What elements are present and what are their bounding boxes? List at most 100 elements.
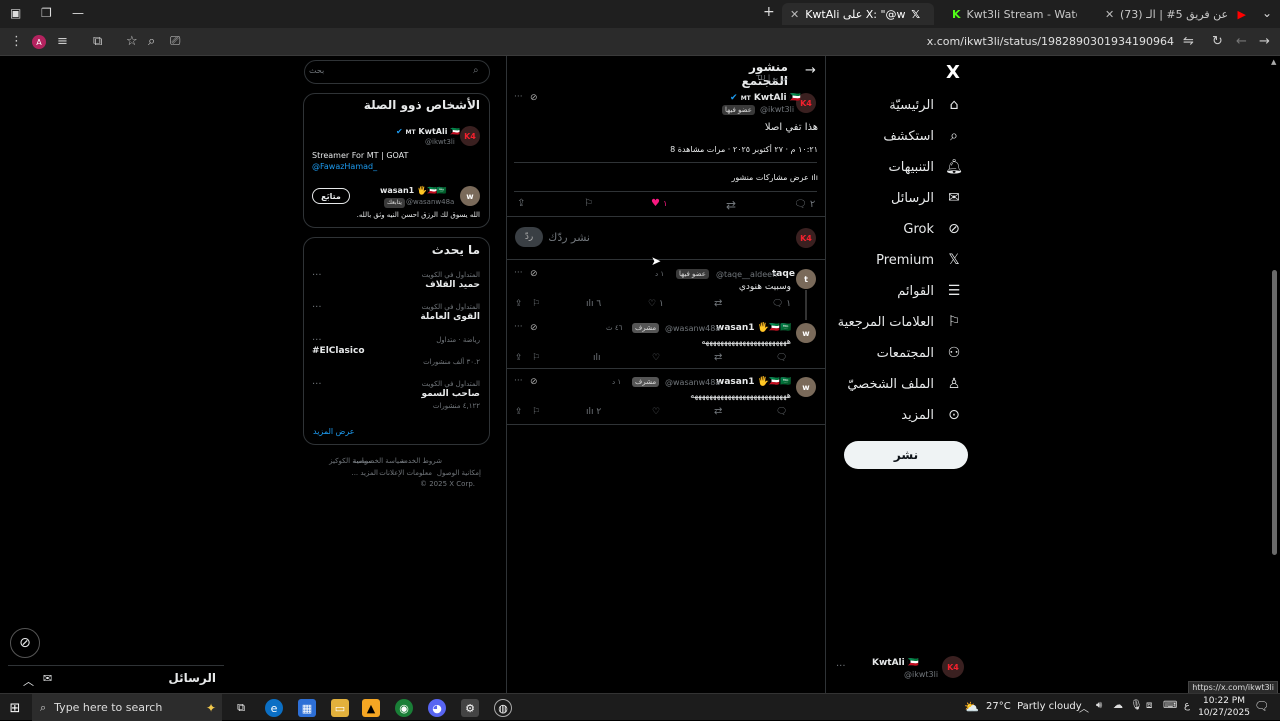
footer-link[interactable]: شروط الخدمة	[400, 457, 442, 465]
new-tab-icon[interactable]: +	[763, 4, 775, 20]
reply-action[interactable]: 🗨︎ ٢	[794, 199, 815, 210]
microphone-icon[interactable]: 🎙︎	[1130, 700, 1143, 711]
nav-home[interactable]: ⌂ الرئيسيّة	[889, 97, 962, 113]
avatar[interactable]: w	[460, 186, 480, 206]
nav-messages[interactable]: ✉ الرسائل	[891, 190, 962, 206]
settings-icon[interactable]: ⚙	[461, 699, 479, 717]
community-name[interactable]: تي يو | TU	[740, 74, 788, 82]
footer-link[interactable]: المزيد ...	[351, 469, 378, 477]
tab-kick-stream[interactable]: K Kwt3li Stream - Watch Live on K	[944, 3, 1094, 25]
reply-icon[interactable]: 🗨︎	[776, 353, 787, 363]
back-icon[interactable]: →	[1259, 34, 1270, 49]
avatar[interactable]: K4	[460, 126, 480, 146]
follow-button[interactable]: متابَع	[312, 188, 350, 204]
share-icon[interactable]: ⇪	[515, 299, 523, 309]
footer-link[interactable]: معلومات الإعلانات	[379, 469, 432, 477]
trend-item[interactable]: القوى العاملة	[420, 312, 480, 322]
chevron-up-icon[interactable]: ︿	[23, 673, 34, 689]
nav-communities[interactable]: ⚇ المجتمعات	[877, 345, 962, 361]
more-icon[interactable]: ···	[312, 335, 322, 346]
more-icon[interactable]: ···	[514, 92, 523, 102]
show-more-link[interactable]: عرض المزيد	[313, 427, 355, 436]
new-message-icon[interactable]: ✉	[43, 672, 52, 685]
bookmark-star-icon[interactable]: ☆	[126, 34, 138, 49]
grok-icon[interactable]: ⊘	[530, 377, 538, 387]
nav-bookmarks[interactable]: ⚐ العلامات المرجعية	[838, 314, 962, 330]
tab-x-post[interactable]: ✕ KwtAli على X: "@wasanw 𝕏	[782, 3, 934, 25]
related-name[interactable]: ✔ MT KwtAli 🇰🇼	[396, 127, 460, 136]
more-icon[interactable]: ···	[312, 270, 322, 281]
like-action[interactable]: ♡ ١	[648, 299, 664, 309]
repost-icon[interactable]: ⇄	[714, 298, 722, 309]
post-author-name[interactable]: ✔ MT KwtAli 🇰🇼	[730, 93, 801, 103]
notifications-icon[interactable]: 🗨︎	[1254, 699, 1269, 713]
trend-item[interactable]: #ElClasico	[312, 346, 365, 356]
share-icon[interactable]: ⇪	[515, 407, 523, 417]
menu-icon[interactable]: ⋮	[10, 34, 23, 49]
reply-author-handle[interactable]: @wasanw48a	[665, 324, 720, 333]
repost-icon[interactable]: ⇄	[714, 406, 722, 417]
messages-drawer[interactable]: ︿ ✉ الرسائل	[8, 665, 224, 693]
footer-link[interactable]: سياسة الكوكيز	[329, 457, 372, 465]
workspaces-icon[interactable]: ▣	[10, 6, 21, 20]
more-icon[interactable]: ···	[312, 379, 322, 390]
search-input[interactable]: ⌕ بحث	[304, 60, 490, 84]
share-icon[interactable]: ⇪	[515, 353, 523, 363]
reply-button[interactable]: ردّ	[515, 227, 543, 247]
weather-text[interactable]: 27°C Partly cloudy	[986, 701, 1082, 712]
trend-item[interactable]: حميد القلاف	[425, 280, 480, 290]
view-engagements-link[interactable]: ılı عرض مشاركات منشور	[732, 173, 819, 182]
bookmark-icon[interactable]: ⚐	[584, 198, 593, 209]
more-icon[interactable]: ···	[312, 302, 322, 313]
avatar[interactable]: w	[796, 323, 816, 343]
views-action[interactable]: ılı ٢	[586, 407, 601, 417]
reply-author-name[interactable]: wasan1 🖐️🇰🇼🇸🇦	[716, 377, 791, 387]
reply-icon[interactable]: 🗨︎	[776, 407, 787, 417]
address-bar-url[interactable]: x.com/ikwt3li/status/1982890301934190964	[927, 35, 1174, 48]
x-logo-icon[interactable]: X	[946, 62, 960, 83]
clock-time[interactable]: 10:22 PM	[1202, 696, 1246, 706]
grok-icon[interactable]: ⊘	[10, 628, 40, 658]
related-name[interactable]: wasan1 🖐️🇰🇼🇸🇦	[380, 186, 447, 195]
reply-input[interactable]: نشر ردّك	[545, 231, 590, 244]
bio-link[interactable]: @FawazHamad_	[312, 162, 377, 171]
related-handle[interactable]: @wasanw48a	[406, 198, 454, 206]
volume-icon[interactable]: 🔊︎	[1096, 700, 1102, 711]
reply-action[interactable]: 🗨︎ ١	[772, 299, 791, 309]
scrollbar-thumb[interactable]	[1272, 270, 1277, 555]
scroll-up-icon[interactable]: ▲	[1271, 58, 1276, 66]
footer-link[interactable]: إمكانية الوصول	[437, 469, 481, 477]
views-action[interactable]: ılı ٦	[586, 299, 601, 309]
post-button[interactable]: نشر	[844, 441, 968, 469]
related-handle[interactable]: @ikwt3li	[425, 138, 455, 146]
grok-icon[interactable]: ⊘	[530, 93, 538, 103]
chevron-up-icon[interactable]: ︿	[1079, 700, 1089, 715]
reply-author-name[interactable]: wasan1 🖐️🇰🇼🇸🇦	[716, 323, 791, 333]
more-icon[interactable]: ···	[514, 268, 523, 278]
clock-date[interactable]: 10/27/2025	[1198, 708, 1250, 718]
discord-icon[interactable]: ◕	[428, 699, 446, 717]
reading-list-icon[interactable]: ≡	[57, 34, 68, 49]
site-settings-icon[interactable]: ⇋	[1183, 34, 1194, 49]
back-arrow-icon[interactable]: →	[805, 63, 816, 78]
nav-grok[interactable]: ⊘ Grok	[903, 221, 962, 237]
extensions-icon[interactable]: ⧉	[93, 34, 102, 49]
reload-icon[interactable]: ↻	[1212, 34, 1223, 49]
repost-icon[interactable]: ⇄	[714, 352, 722, 363]
like-icon[interactable]: ♡	[652, 353, 660, 363]
more-icon[interactable]: ···	[836, 661, 846, 672]
repost-icon[interactable]: ⇄	[726, 198, 736, 212]
input-language[interactable]: ع	[1184, 700, 1190, 711]
like-action[interactable]: ♥ ١	[651, 198, 667, 209]
like-icon[interactable]: ♡	[652, 407, 660, 417]
minimize-icon[interactable]: —	[72, 6, 84, 20]
reply-author-handle[interactable]: @wasanw48a	[665, 378, 720, 387]
nav-profile[interactable]: ♙ الملف الشخصيّ	[847, 376, 962, 392]
store-icon[interactable]: ▦	[298, 699, 316, 717]
keyboard-icon[interactable]: ⌨	[1163, 700, 1177, 711]
cast-icon[interactable]: ⎚	[170, 34, 180, 49]
grok-icon[interactable]: ⊘	[530, 269, 538, 279]
cloud-icon[interactable]: ☁	[1113, 700, 1123, 711]
edge-icon[interactable]: e	[265, 699, 283, 717]
avatar[interactable]: K4	[942, 656, 964, 678]
